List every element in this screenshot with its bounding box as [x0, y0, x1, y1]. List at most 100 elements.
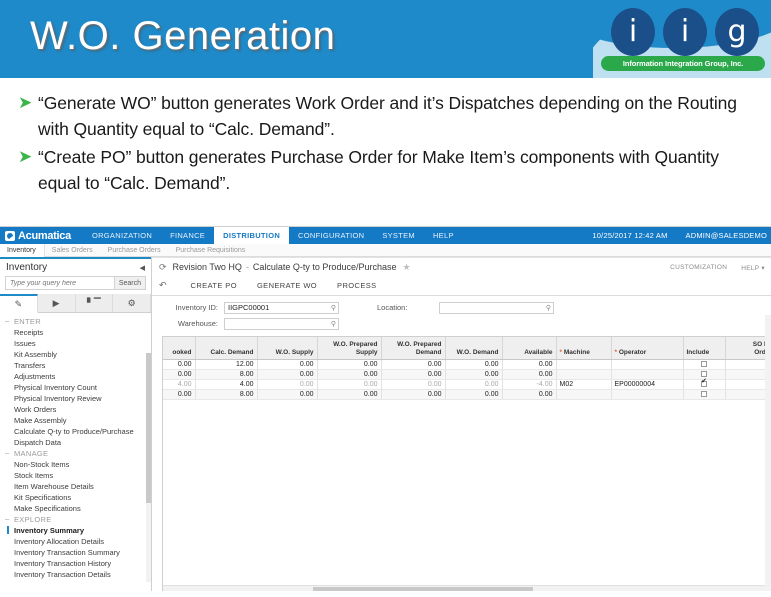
- grid-horizontal-scrollbar[interactable]: [163, 585, 771, 591]
- col-available[interactable]: Available: [502, 337, 557, 360]
- sidebar-item-physical-inventory-count[interactable]: Physical Inventory Count: [0, 382, 151, 393]
- content-vertical-scrollbar[interactable]: [765, 315, 771, 591]
- search-button[interactable]: Search: [113, 277, 145, 289]
- sidebar-item-kit-assembly[interactable]: Kit Assembly: [0, 349, 151, 360]
- menu-item-organization[interactable]: ORGANIZATION: [83, 227, 161, 244]
- sidebar-group-manage[interactable]: MANAGE: [0, 448, 151, 459]
- table-row[interactable]: 4.00 4.00 0.00 0.00 0.00 0.00 -4.00 M02 …: [163, 378, 771, 390]
- sidebar-item-inventory-allocation-details[interactable]: Inventory Allocation Details: [0, 536, 151, 547]
- cell-include[interactable]: [683, 378, 726, 390]
- edit-tab[interactable]: ✎: [0, 294, 38, 313]
- col-booked[interactable]: ooked: [163, 337, 196, 360]
- acumatica-logo[interactable]: Acumatica: [0, 230, 71, 242]
- sidebar-item-inventory-transaction-details[interactable]: Inventory Transaction Details: [0, 569, 151, 580]
- settings-tab[interactable]: ⚙: [113, 294, 151, 312]
- cell-wo-demand[interactable]: 0.00: [445, 389, 503, 400]
- sidebar-collapse-icon[interactable]: ◀: [140, 264, 145, 272]
- menu-item-finance[interactable]: FINANCE: [161, 227, 214, 244]
- include-checkbox[interactable]: [701, 370, 707, 377]
- lookup-icon[interactable]: ⚲: [331, 304, 336, 312]
- help-menu[interactable]: HELP ▾: [741, 264, 765, 272]
- sidebar-item-receipts[interactable]: Receipts: [0, 327, 151, 338]
- menu-item-system[interactable]: SYSTEM: [373, 227, 424, 244]
- cell-wo-prepared-demand[interactable]: 0.00: [381, 369, 446, 380]
- cell-wo-supply[interactable]: 0.00: [257, 389, 318, 400]
- cell-booked[interactable]: 4.00: [163, 379, 196, 390]
- cell-calc-demand[interactable]: 4.00: [195, 379, 258, 390]
- cell-wo-supply[interactable]: 0.00: [257, 369, 318, 380]
- sidebar-item-physical-inventory-review[interactable]: Physical Inventory Review: [0, 393, 151, 404]
- process-tab[interactable]: ▶: [38, 294, 76, 312]
- col-operator[interactable]: * Operator: [611, 337, 684, 360]
- cell-available[interactable]: 0.00: [502, 389, 557, 400]
- sidebar-item-item-warehouse-details[interactable]: Item Warehouse Details: [0, 481, 151, 492]
- cell-available[interactable]: -4.00: [502, 379, 557, 390]
- cell-machine[interactable]: [556, 389, 612, 400]
- cell-wo-prepared-demand[interactable]: 0.00: [380, 378, 446, 390]
- col-wo-demand[interactable]: W.O. Demand: [445, 337, 503, 360]
- sidebar-item-calculate-qty[interactable]: Calculate Q-ty to Produce/Purchase: [0, 426, 151, 437]
- lookup-icon[interactable]: ⚲: [331, 320, 336, 328]
- table-row[interactable]: 0.00 12.00 0.00 0.00 0.00 0.00 0.00 0.00…: [163, 359, 771, 370]
- tab-purchase-orders[interactable]: Purchase Orders: [101, 247, 169, 254]
- breadcrumb-company[interactable]: Revision Two HQ: [173, 262, 242, 272]
- sidebar-item-adjustments[interactable]: Adjustments: [0, 371, 151, 382]
- col-wo-supply[interactable]: W.O. Supply: [257, 337, 318, 360]
- cell-wo-prepared-supply[interactable]: 0.00: [317, 359, 382, 370]
- include-checkbox[interactable]: [701, 360, 707, 367]
- sidebar-item-work-orders[interactable]: Work Orders: [0, 404, 151, 415]
- cell-operator[interactable]: [611, 359, 684, 370]
- breadcrumb-page[interactable]: Calculate Q-ty to Produce/Purchase: [253, 262, 397, 272]
- back-arrow-icon[interactable]: ↶: [159, 280, 181, 291]
- tab-sales-orders[interactable]: Sales Orders: [45, 247, 101, 254]
- sidebar-scrollbar-thumb[interactable]: [146, 353, 151, 503]
- cell-booked[interactable]: 0.00: [163, 389, 196, 400]
- cell-operator[interactable]: [611, 369, 684, 380]
- cell-include[interactable]: [683, 359, 726, 370]
- search-input[interactable]: [6, 277, 114, 289]
- cell-wo-supply[interactable]: 0.00: [257, 359, 318, 370]
- cell-include[interactable]: [683, 389, 726, 400]
- col-include[interactable]: Include: [683, 337, 726, 360]
- cell-operator[interactable]: [611, 389, 684, 400]
- cell-machine[interactable]: [556, 359, 612, 370]
- cell-booked[interactable]: 0.00: [163, 369, 196, 380]
- tab-inventory[interactable]: Inventory: [0, 243, 45, 257]
- col-wo-prepared-demand[interactable]: W.O. Prepared Demand: [381, 337, 446, 360]
- sidebar-item-inventory-summary[interactable]: Inventory Summary: [0, 525, 151, 536]
- menu-item-distribution[interactable]: DISTRIBUTION: [214, 227, 290, 244]
- col-wo-prepared-supply[interactable]: W.O. Prepared Supply: [317, 337, 382, 360]
- sidebar-item-transfers[interactable]: Transfers: [0, 360, 151, 371]
- favorite-star-icon[interactable]: ★: [402, 262, 410, 273]
- process-button[interactable]: PROCESS: [327, 281, 386, 290]
- cell-wo-prepared-supply[interactable]: 0.00: [317, 379, 382, 390]
- cell-wo-supply[interactable]: 0.00: [257, 379, 318, 390]
- cell-operator[interactable]: EP00000004: [611, 379, 684, 390]
- sidebar-item-dispatch-data[interactable]: Dispatch Data: [0, 437, 151, 448]
- cell-booked[interactable]: 0.00: [163, 359, 196, 370]
- cell-wo-prepared-demand[interactable]: 0.00: [381, 359, 446, 370]
- sidebar-item-make-specifications[interactable]: Make Specifications: [0, 503, 151, 514]
- cell-wo-demand[interactable]: 0.00: [445, 369, 503, 380]
- sidebar-item-stock-items[interactable]: Stock Items: [0, 470, 151, 481]
- current-user[interactable]: ADMIN@SALESDEMO: [686, 231, 767, 240]
- sidebar-search[interactable]: Search: [5, 276, 146, 290]
- cell-wo-prepared-supply[interactable]: 0.00: [317, 369, 382, 380]
- sidebar-group-enter[interactable]: ENTER: [0, 316, 151, 327]
- cell-wo-demand[interactable]: 0.00: [445, 359, 503, 370]
- cell-machine[interactable]: M02: [556, 379, 612, 390]
- create-po-button[interactable]: CREATE PO: [181, 281, 247, 290]
- col-machine[interactable]: * Machine: [556, 337, 612, 360]
- generate-wo-button[interactable]: GENERATE WO: [247, 281, 327, 290]
- cell-available[interactable]: 0.00: [502, 369, 557, 380]
- inventory-id-field[interactable]: IIGPC00001 ⚲: [224, 301, 339, 314]
- sidebar-item-inventory-transaction-summary[interactable]: Inventory Transaction Summary: [0, 547, 151, 558]
- cell-machine[interactable]: [556, 369, 612, 380]
- cell-calc-demand[interactable]: 12.00: [195, 359, 258, 370]
- table-row[interactable]: 0.00 8.00 0.00 0.00 0.00 0.00 0.00 0.00 …: [163, 369, 771, 380]
- cell-wo-prepared-supply[interactable]: 0.00: [317, 389, 382, 400]
- refresh-icon[interactable]: ⟳: [159, 262, 167, 273]
- grid-horizontal-scrollbar-thumb[interactable]: [313, 587, 533, 591]
- cell-calc-demand[interactable]: 8.00: [195, 389, 258, 400]
- menu-item-configuration[interactable]: CONFIGURATION: [289, 227, 373, 244]
